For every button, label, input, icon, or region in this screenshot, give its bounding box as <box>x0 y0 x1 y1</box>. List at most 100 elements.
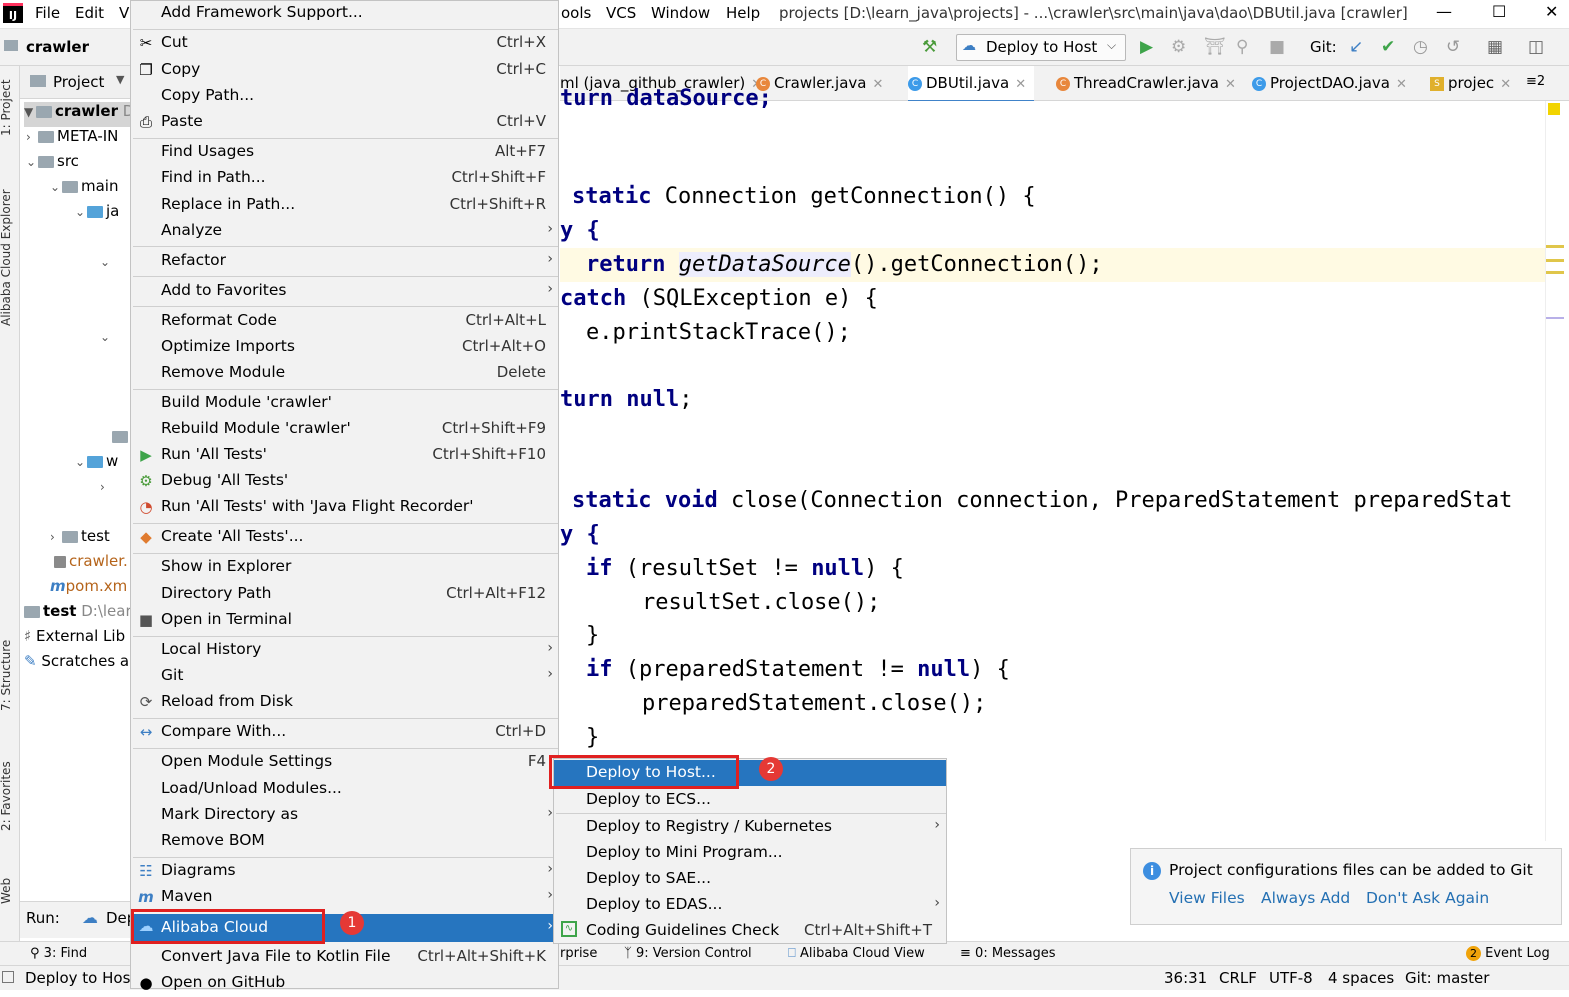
tab-threadcrawler-java[interactable]: C ThreadCrawler.java ✕ <box>1056 74 1236 92</box>
stripe-mark[interactable] <box>1546 271 1564 274</box>
debug-icon[interactable]: ⚙ <box>1171 37 1186 57</box>
menu-item-open-in-terminal[interactable]: ■ Open in Terminal <box>131 608 558 634</box>
menu-item-run-with-flight-recorder[interactable]: ◔ Run 'All Tests' with 'Java Flight Recor… <box>131 495 558 521</box>
menu-vcs[interactable]: VCS <box>606 4 636 22</box>
indent-setting[interactable]: 4 spaces <box>1328 969 1394 987</box>
stripe-mark[interactable] <box>1546 245 1564 248</box>
menu-item-refactor[interactable]: Refactor › <box>131 249 558 275</box>
git-rollback-icon[interactable]: ↺ <box>1446 37 1460 57</box>
maximize-icon[interactable]: ☐ <box>1492 2 1506 21</box>
close-icon[interactable]: ✕ <box>872 77 883 92</box>
menu-item-build-module[interactable]: Build Module 'crawler' <box>131 391 558 417</box>
menu-item-copy[interactable]: ❐ Copy Ctrl+C <box>131 58 558 84</box>
menu-item-run-all-tests[interactable]: ▶ Run 'All Tests' Ctrl+Shift+F10 <box>131 443 558 469</box>
code-editor[interactable]: turn dataSource; static Connection getCo… <box>560 86 1545 841</box>
tool-tab-favorites[interactable]: 2: Favorites <box>0 761 13 831</box>
menu-item-git[interactable]: Git › <box>131 664 558 690</box>
line-separator[interactable]: CRLF <box>1219 969 1257 987</box>
tree-item-crawler[interactable]: ▼crawler D:\ <box>24 102 144 127</box>
menu-view[interactable]: V <box>119 4 129 22</box>
tool-tab-web[interactable]: Web <box>0 878 13 904</box>
git-update-icon[interactable]: ↙ <box>1349 37 1363 57</box>
menu-item-remove-module[interactable]: Remove Module Delete <box>131 361 558 387</box>
enterprise-tool-button[interactable]: rprise <box>560 946 597 961</box>
tab-project-sql[interactable]: Sprojec ✕ <box>1430 74 1511 92</box>
menu-item-cut[interactable]: ✂ Cut Ctrl+X <box>131 31 558 57</box>
menu-item-maven[interactable]: m Maven › <box>131 885 558 911</box>
tree-item-webapp[interactable]: ⌄ w <box>75 452 118 477</box>
menu-item-diagrams[interactable]: ☷ Diagrams › <box>131 859 558 885</box>
event-log-button[interactable]: 2 Event Log <box>1466 946 1550 961</box>
menu-item-directory-path[interactable]: Directory Path Ctrl+Alt+F12 <box>131 582 558 608</box>
menu-item-reformat-code[interactable]: Reformat Code Ctrl+Alt+L <box>131 309 558 335</box>
tab-overflow-button[interactable]: ≡2 <box>1526 74 1545 89</box>
menu-item-paste[interactable]: ⎙ Paste Ctrl+V <box>131 110 558 136</box>
tree-item-scratches[interactable]: ✎ Scratches a <box>24 652 129 677</box>
tab-dbutil-java[interactable]: C DBUtil.java ✕ <box>908 66 1035 103</box>
minimize-icon[interactable]: — <box>1436 2 1452 21</box>
menu-item-replace-in-path[interactable]: Replace in Path... Ctrl+Shift+R <box>131 193 558 219</box>
git-branch[interactable]: Git: master <box>1405 969 1489 987</box>
tab-projectdao-java[interactable]: C ProjectDAO.java ✕ <box>1252 74 1407 92</box>
run-configuration-select[interactable]: ☁ Deploy to Host ⌵ <box>956 34 1126 61</box>
menu-edit[interactable]: Edit <box>75 4 104 22</box>
toggle-tool-windows-icon[interactable] <box>2 971 14 983</box>
submenu-item-deploy-to-mini-program[interactable]: Deploy to Mini Program... <box>554 840 946 866</box>
close-icon[interactable]: ✕ <box>1225 77 1236 92</box>
tree-item-pom[interactable]: mpom.xm <box>50 577 127 602</box>
submenu-item-deploy-to-registry[interactable]: Deploy to Registry / Kubernetes › <box>554 814 946 840</box>
alibaba-cloud-view-button[interactable]: ⎕ Alibaba Cloud View <box>788 946 925 961</box>
stop-icon[interactable]: ■ <box>1269 37 1285 57</box>
menu-item-open-on-github[interactable]: ● Open on GitHub <box>131 971 558 997</box>
menu-item-copy-path[interactable]: Copy Path... <box>131 84 558 110</box>
tree-toggle[interactable]: ⌄ <box>100 327 112 352</box>
menu-item-analyze[interactable]: Analyze › <box>131 219 558 245</box>
tree-item-test[interactable]: › test <box>50 527 110 552</box>
caret-position[interactable]: 36:31 <box>1164 969 1207 987</box>
menu-item-add-framework-support[interactable]: Add Framework Support... <box>131 1 558 27</box>
build-hammer-icon[interactable]: ⚒ <box>922 37 937 57</box>
file-encoding[interactable]: UTF-8 <box>1269 969 1313 987</box>
coverage-icon[interactable]: ⛩ <box>1204 37 1226 57</box>
tree-item-main[interactable]: ⌄ main <box>50 177 118 202</box>
always-add-link[interactable]: Always Add <box>1261 889 1350 907</box>
close-icon[interactable]: ✕ <box>1396 77 1407 92</box>
tree-item-iml-file[interactable]: crawler. <box>54 552 128 577</box>
menu-item-add-to-favorites[interactable]: Add to Favorites › <box>131 279 558 305</box>
menu-item-find-in-path[interactable]: Find in Path... Ctrl+Shift+F <box>131 166 558 192</box>
menu-item-show-in-explorer[interactable]: Show in Explorer <box>131 555 558 581</box>
tree-toggle[interactable]: › <box>100 477 112 502</box>
menu-item-load-unload-modules[interactable]: Load/Unload Modules... <box>131 777 558 803</box>
tree-item-test-module[interactable]: test D:\lear <box>24 602 132 627</box>
project-view-select[interactable]: Project <box>53 73 104 91</box>
menu-item-optimize-imports[interactable]: Optimize Imports Ctrl+Alt+O <box>131 335 558 361</box>
tree-item-java[interactable]: ⌄ ja <box>75 202 119 227</box>
menu-item-open-module-settings[interactable]: Open Module Settings F4 <box>131 750 558 776</box>
git-history-icon[interactable]: ◷ <box>1413 37 1428 57</box>
profile-icon[interactable]: ⚲ <box>1236 37 1248 57</box>
tree-item-meta-inf[interactable]: › META-IN <box>26 127 118 152</box>
menu-tools[interactable]: ools <box>561 4 591 22</box>
menu-item-reload-from-disk[interactable]: ⟳ Reload from Disk <box>131 690 558 716</box>
menu-item-compare-with[interactable]: ↔ Compare With... Ctrl+D <box>131 720 558 746</box>
menu-window[interactable]: Window <box>651 4 710 22</box>
menu-help[interactable]: Help <box>726 4 760 22</box>
tool-tab-structure[interactable]: 7: Structure <box>0 640 13 711</box>
version-control-tool-button[interactable]: ᛉ 9: Version Control <box>624 946 752 961</box>
menu-file[interactable]: File <box>35 4 60 22</box>
stripe-mark[interactable] <box>1546 259 1564 262</box>
project-structure-icon[interactable]: ▦ <box>1487 37 1503 57</box>
git-commit-icon[interactable]: ✔ <box>1381 37 1395 57</box>
close-icon[interactable]: ✕ <box>1500 77 1511 92</box>
tool-tab-alibaba-explorer[interactable]: Alibaba Cloud Explorer <box>0 189 13 326</box>
run-icon[interactable]: ▶ <box>1140 37 1153 57</box>
toggle-panel-icon[interactable]: ◫ <box>1528 37 1544 57</box>
submenu-item-deploy-to-edas[interactable]: Deploy to EDAS... › <box>554 892 946 918</box>
warning-status-icon[interactable] <box>1548 103 1560 115</box>
breadcrumb-project[interactable]: crawler <box>26 38 89 56</box>
messages-tool-button[interactable]: ≡ 0: Messages <box>960 946 1056 961</box>
tab-crawler-java[interactable]: C Crawler.java ✕ <box>756 74 883 92</box>
menu-item-remove-bom[interactable]: Remove BOM <box>131 829 558 855</box>
menu-item-convert-to-kotlin[interactable]: Convert Java File to Kotlin File Ctrl+Alt… <box>131 945 558 971</box>
tree-item-external-libraries[interactable]: ♯ External Lib <box>24 627 125 652</box>
